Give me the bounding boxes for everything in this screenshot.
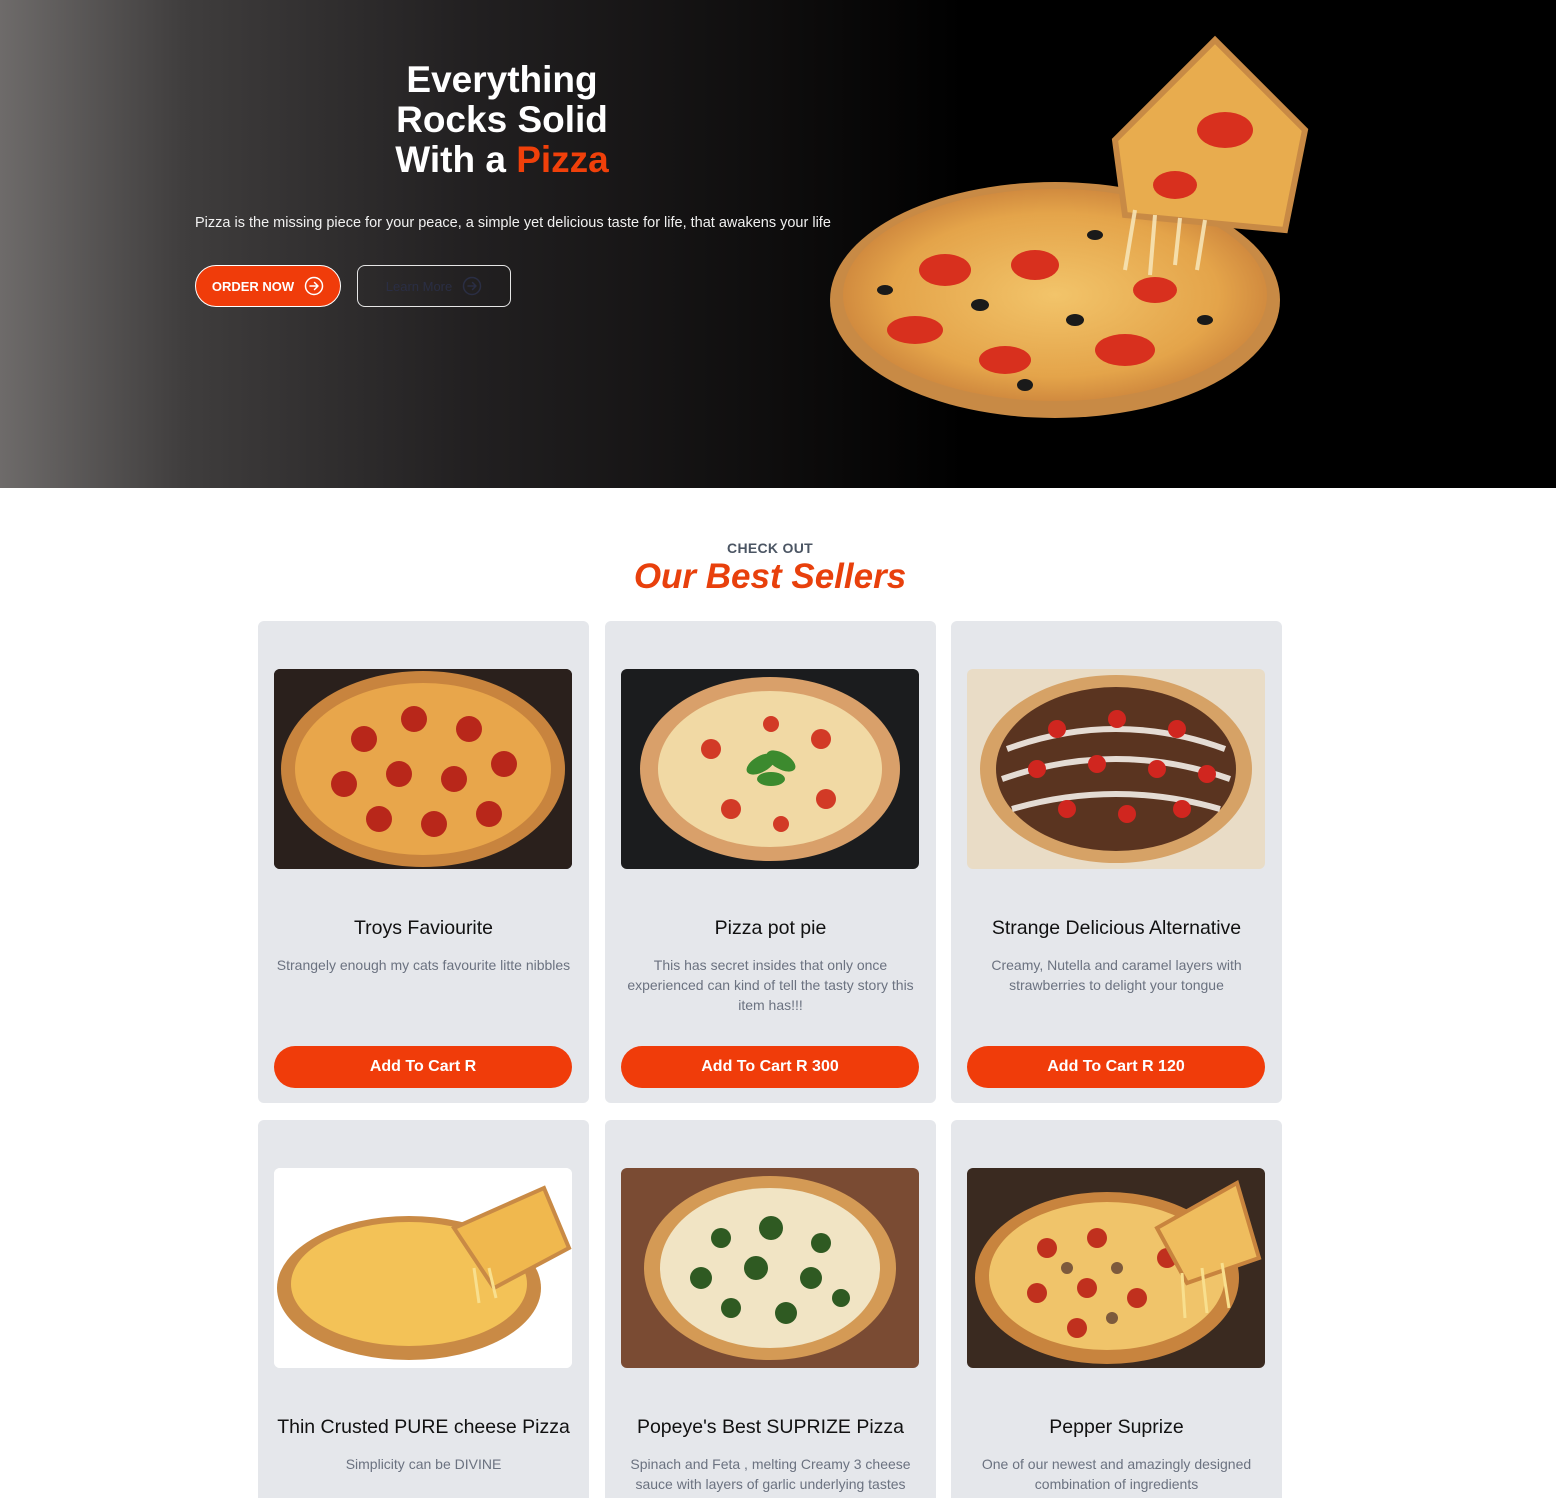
product-description: One of our newest and amazingly designed… <box>981 1456 1252 1492</box>
product-name: Thin Crusted PURE cheese Pizza <box>277 1416 570 1438</box>
pepperoni-pizza-image <box>274 669 572 869</box>
add-to-cart-button[interactable]: Add To Cart R 120 <box>967 1046 1265 1088</box>
product-card: Pepper Suprize One of our newest and ama… <box>951 1120 1282 1498</box>
learn-more-label: Learn More <box>385 278 453 294</box>
pepper-pizza-image <box>967 1168 1265 1368</box>
spinach-pizza-image <box>621 1168 919 1368</box>
hero-title: Everything Rocks Solid With a Pizza <box>360 60 644 180</box>
product-card: Pizza pot pie This has secret insides th… <box>605 621 936 1103</box>
strawberry-nutella-pizza-image <box>967 669 1265 869</box>
section-title: Our Best Sellers <box>633 557 907 596</box>
hero-section: Everything Rocks Solid With a Pizza Pizz… <box>0 0 1556 488</box>
add-to-cart-button[interactable]: Add To Cart R 300 <box>621 1046 919 1088</box>
product-name: Popeye's Best SUPRIZE Pizza <box>636 1416 905 1438</box>
order-now-button[interactable]: ORDER NOW <box>195 265 341 307</box>
product-card: Thin Crusted PURE cheese Pizza Simplicit… <box>258 1120 589 1498</box>
hero-title-accent: Pizza <box>516 139 609 180</box>
product-description: Spinach and Feta , melting Creamy 3 chee… <box>630 1456 911 1492</box>
product-name: Strange Delicious Alternative <box>991 917 1242 939</box>
add-to-cart-button[interactable]: Add To Cart R <box>274 1046 572 1088</box>
product-card: Strange Delicious Alternative Creamy, Nu… <box>951 621 1282 1103</box>
arrow-right-circle-icon <box>304 276 324 296</box>
hero-title-line-3: With a <box>395 139 517 180</box>
product-name: Troys Faviourite <box>353 917 494 939</box>
hero-title-line-1: Everything <box>406 59 598 100</box>
hero-subtitle: Pizza is the missing piece for your peac… <box>195 215 831 231</box>
arrow-right-circle-icon <box>462 276 482 296</box>
learn-more-button[interactable]: Learn More <box>357 265 511 307</box>
product-description: Simplicity can be DIVINE <box>345 1456 502 1472</box>
product-card: Popeye's Best SUPRIZE Pizza Spinach and … <box>605 1120 936 1498</box>
hero-title-line-2: Rocks Solid <box>396 99 608 140</box>
product-description: Creamy, Nutella and caramel layers with … <box>991 957 1242 993</box>
cheese-pizza-image <box>274 1168 572 1368</box>
product-description: Strangely enough my cats favourite litte… <box>276 957 571 973</box>
product-description: This has secret insides that only once e… <box>627 957 914 1013</box>
product-name: Pepper Suprize <box>1049 1416 1184 1438</box>
order-now-label: ORDER NOW <box>211 278 295 294</box>
hero-pizza-image <box>830 35 1309 418</box>
section-eyebrow: CHECK OUT <box>727 540 813 556</box>
margherita-pizza-image <box>621 669 919 869</box>
product-card: Troys Faviourite Strangely enough my cat… <box>258 621 589 1103</box>
product-name: Pizza pot pie <box>714 917 827 939</box>
